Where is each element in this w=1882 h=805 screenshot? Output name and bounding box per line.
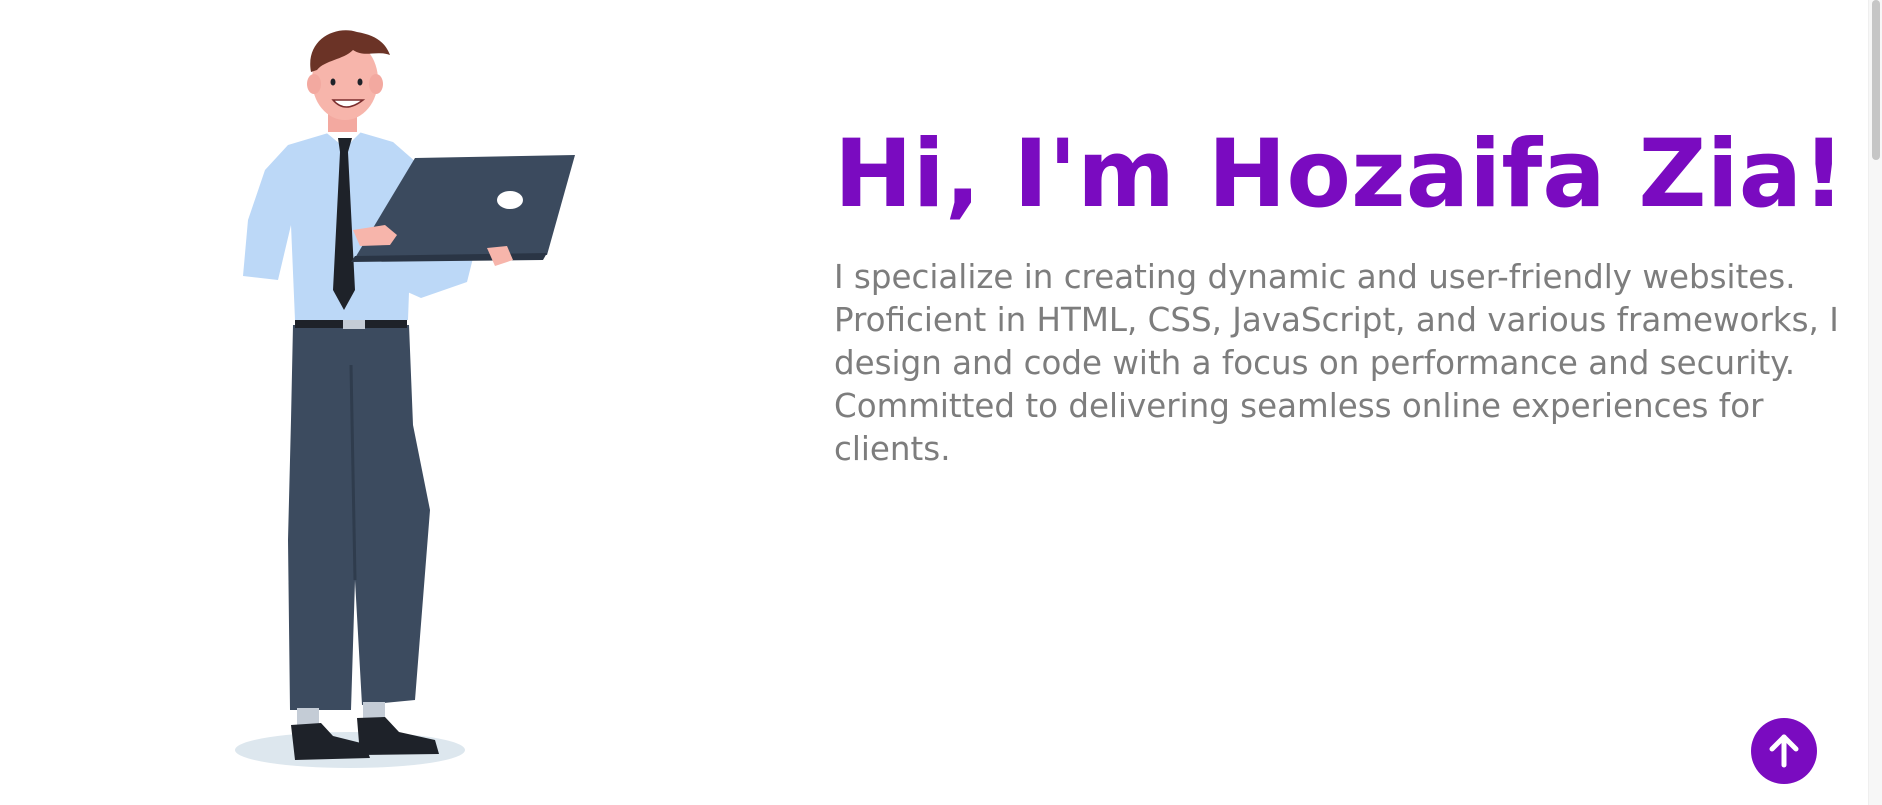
scrollbar-thumb[interactable] (1872, 0, 1880, 160)
arrow-up-icon (1769, 734, 1799, 768)
scroll-to-top-button[interactable] (1751, 718, 1817, 784)
hero-bio: I specialize in creating dynamic and use… (834, 258, 1839, 468)
hero-text: Hi, I'm Hozaifa Zia! I specialize in cre… (834, 120, 1864, 471)
page-scrollbar[interactable] (1868, 0, 1882, 805)
page: Hi, I'm Hozaifa Zia! I specialize in cre… (0, 0, 1882, 805)
hero-title: Hi, I'm Hozaifa Zia! (834, 120, 1846, 229)
businessman-with-laptop-illustration (235, 30, 575, 768)
